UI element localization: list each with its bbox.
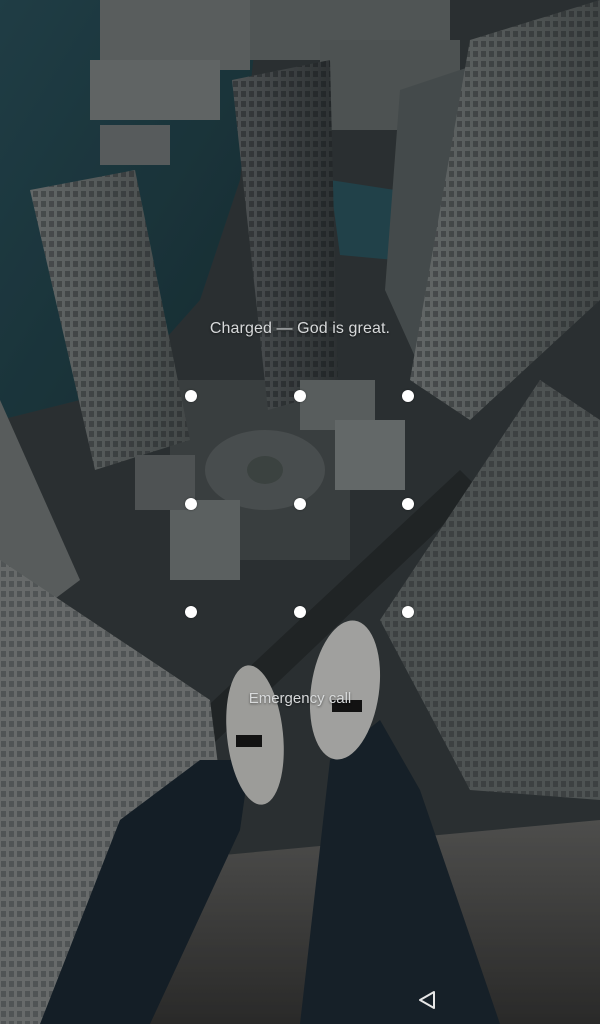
pattern-dot-3[interactable] [402,390,414,402]
back-triangle-icon [419,991,435,1009]
pattern-dot-4[interactable] [185,498,197,510]
emergency-call-button[interactable]: Emergency call [200,684,400,714]
back-button[interactable] [408,980,448,1020]
pattern-dot-5[interactable] [294,498,306,510]
pattern-dot-7[interactable] [185,606,197,618]
pattern-lock-grid[interactable] [137,342,463,668]
lock-screen: Charged — God is great. Emergency call [0,0,600,1024]
pattern-dot-1[interactable] [185,390,197,402]
pattern-dot-8[interactable] [294,606,306,618]
pattern-dot-9[interactable] [402,606,414,618]
pattern-dot-2[interactable] [294,390,306,402]
charging-status-message: Charged — God is great. [209,320,391,337]
pattern-dot-6[interactable] [402,498,414,510]
navigation-bar [0,976,600,1024]
